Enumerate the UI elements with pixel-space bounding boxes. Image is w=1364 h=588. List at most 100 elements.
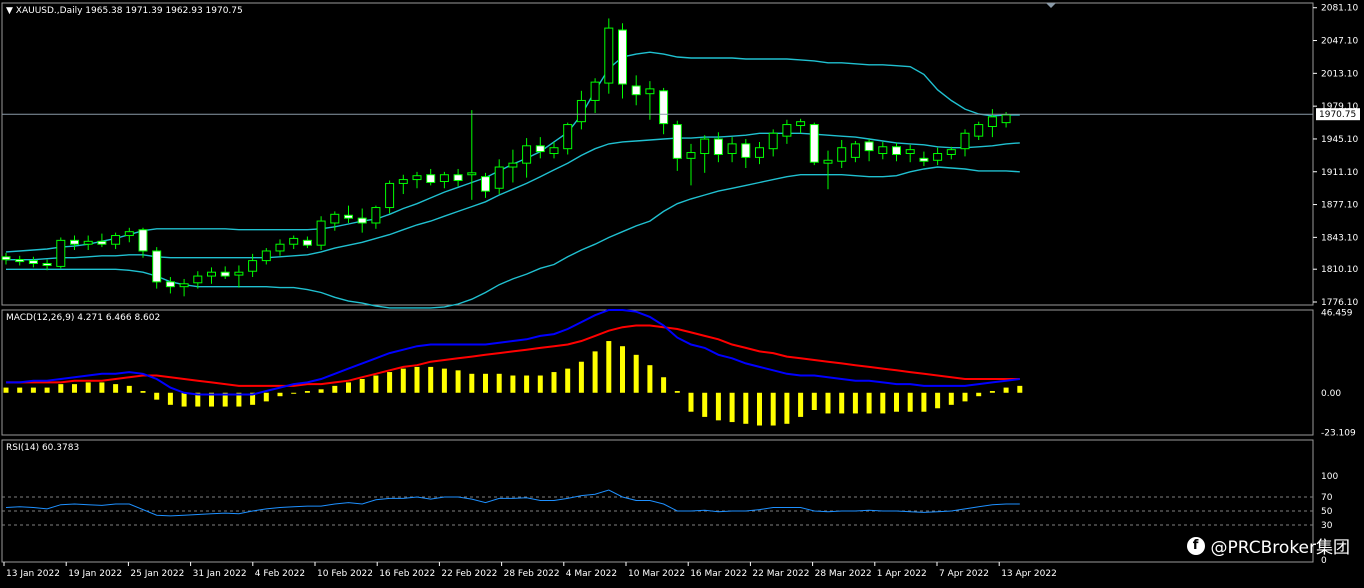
candle <box>892 142 901 162</box>
macd-axis-label: 0.00 <box>1321 389 1341 399</box>
candle-body <box>302 239 312 246</box>
candle <box>179 278 189 297</box>
macd-histogram-bar <box>839 392 845 414</box>
candle <box>70 235 79 251</box>
shift-marker <box>1046 3 1056 8</box>
candle-body <box>563 124 573 150</box>
candle <box>782 119 792 144</box>
macd-histogram-bar <box>729 392 735 423</box>
candle <box>686 143 696 186</box>
macd-histogram-bar <box>72 384 77 393</box>
price-axis-label: 2047.10 <box>1321 37 1358 47</box>
candle-body <box>700 138 710 155</box>
candle <box>960 129 970 157</box>
candle <box>83 235 93 251</box>
candle-body <box>439 174 449 182</box>
candle-body <box>453 174 463 182</box>
candle <box>946 146 956 160</box>
candle <box>755 141 764 165</box>
candle-body <box>70 239 79 245</box>
candle-body <box>604 27 614 84</box>
candle-body <box>782 124 792 137</box>
candle <box>933 147 943 166</box>
candle <box>631 75 641 106</box>
macd-histogram-bar <box>633 354 639 393</box>
chart-header: ▼ XAUUSD.,Daily 1965.38 1971.39 1962.93 … <box>6 6 243 16</box>
macd-histogram-bar <box>1017 385 1023 393</box>
candle <box>56 237 66 269</box>
rsi-pane-frame <box>1 439 1314 563</box>
macd-histogram-bar <box>578 361 584 393</box>
candle <box>467 110 477 200</box>
facebook-icon: f <box>1186 536 1205 555</box>
dropdown-marker[interactable]: ▼ <box>6 6 16 16</box>
candle-body <box>535 145 545 153</box>
macd-histogram-bar <box>387 372 393 393</box>
candle <box>659 87 669 135</box>
candle-body <box>850 143 860 158</box>
candle-body <box>713 138 723 155</box>
candle <box>234 265 244 288</box>
macd-histogram-bar <box>674 391 680 393</box>
candle <box>481 172 490 198</box>
macd-histogram-bar <box>661 377 667 393</box>
candle-body <box>344 214 353 219</box>
candle <box>152 247 162 289</box>
macd-histogram-bar <box>263 392 269 402</box>
macd-histogram-bar <box>167 392 173 405</box>
macd-histogram-bar <box>688 392 694 412</box>
candle <box>289 235 299 250</box>
candle <box>357 208 367 233</box>
candle-body <box>631 85 641 96</box>
macd-histogram-bar <box>921 392 927 412</box>
macd-histogram-bar <box>428 366 434 393</box>
time-axis-label: 28 Feb 2022 <box>504 569 560 579</box>
candle-body <box>549 147 559 155</box>
macd-histogram-bar <box>58 384 64 393</box>
macd-histogram-bar <box>565 368 571 393</box>
candle <box>768 129 778 157</box>
candle-body <box>220 271 230 277</box>
macd-histogram-bar <box>496 373 502 393</box>
rsi-line <box>5 489 1020 517</box>
candle <box>138 227 148 258</box>
price-axis-label: 1877.10 <box>1321 201 1358 211</box>
candle-body <box>837 147 847 162</box>
candle <box>809 122 819 166</box>
candle-body <box>467 172 477 176</box>
candle-body <box>796 121 806 127</box>
candle-body <box>289 237 299 245</box>
time-axis-label: 16 Feb 2022 <box>379 569 435 579</box>
watermark: f @PRCBroker集团 <box>1186 533 1350 558</box>
rsi-axis-label: 30 <box>1321 521 1333 531</box>
candle-body <box>987 116 997 128</box>
candle-body <box>974 124 984 137</box>
candle <box>878 141 888 160</box>
candle <box>371 205 381 229</box>
macd-histogram-bar <box>757 392 762 426</box>
macd-histogram-bar <box>414 366 420 393</box>
time-axis-label: 13 Apr 2022 <box>1001 569 1057 579</box>
macd-histogram-bar <box>455 370 461 393</box>
candle <box>987 109 997 138</box>
macd-histogram-bar <box>811 392 817 410</box>
macd-histogram-bar <box>524 375 530 393</box>
candle <box>576 90 586 130</box>
macd-histogram-bar <box>702 392 708 417</box>
candle <box>220 266 230 279</box>
macd-histogram-bar <box>332 385 338 393</box>
time-axis-label: 13 Jan 2022 <box>6 569 60 579</box>
candle-body <box>111 235 121 245</box>
macd-histogram-bar <box>989 391 995 393</box>
candle-body <box>508 162 518 168</box>
candle <box>974 121 984 141</box>
macd-histogram-bar <box>346 382 351 393</box>
rsi-label: RSI(14) 60.3783 <box>6 443 79 453</box>
price-axis-label: 1843.10 <box>1321 233 1358 243</box>
macd-histogram-bar <box>866 392 872 414</box>
trading-chart[interactable]: 2081.102047.102013.101979.101945.101911.… <box>0 0 1364 588</box>
candle-body <box>823 159 833 164</box>
candle-body <box>385 182 395 209</box>
price-axis-label: 2013.10 <box>1321 69 1358 79</box>
candle-body <box>1001 114 1011 124</box>
